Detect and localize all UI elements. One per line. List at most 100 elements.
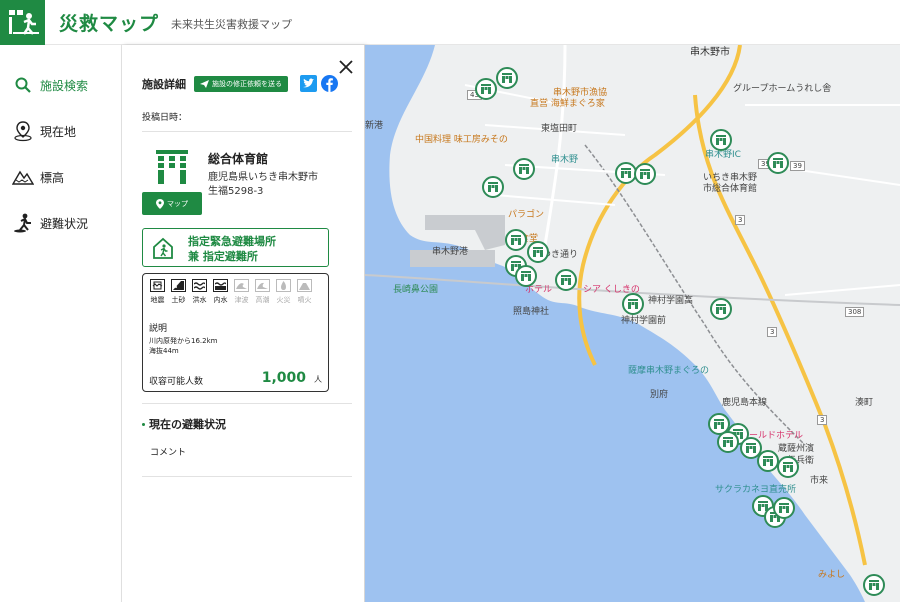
map-label: グループホームうれし舎 [733,84,832,94]
description-line: 海抜44m [149,347,179,355]
shelter-map-pin[interactable] [555,269,577,291]
road-number: 39 [790,161,805,171]
address-line: 鹿児島県いちき串木野市 [208,172,318,183]
map-view[interactable]: 串木野市 串木野市漁協 直営 海鮮まぐろ家 グループホームうれし舎 東塩田町 中… [365,45,900,602]
shelter-map-pin[interactable] [505,229,527,251]
request-correction-button[interactable]: 施設の修正依頼を送る [194,76,288,92]
app-header: 災救マップ 未来共生災害救援マップ [0,0,900,45]
shelter-map-pin[interactable] [475,78,497,100]
hazard-info-box: 地震 土砂 洪水 内水 津波 高潮 火災 噴火 説明 川内原発から16.2km … [142,273,329,392]
facebook-icon[interactable] [321,75,338,92]
bullet-icon [142,422,145,426]
shelter-map-pin[interactable] [515,265,537,287]
storm-surge-icon [255,279,270,292]
tsunami-icon [234,279,249,292]
close-icon[interactable] [338,59,354,75]
map-label: 串木野市 [690,47,730,58]
shelter-map-pin[interactable] [777,456,799,478]
shelter-map-pin[interactable] [710,129,732,151]
shelter-map-pin[interactable] [482,176,504,198]
shelter-type-text: 指定緊急避難場所 兼 指定避難所 [188,234,276,264]
status-title-text: 現在の避難状況 [149,418,226,431]
sidebar-item-label: 施設検索 [40,78,89,93]
facility-name: 総合体育館 [208,152,269,166]
elevation-icon [12,166,34,188]
shelter-map-pin[interactable] [710,298,732,320]
road [543,45,567,246]
map-label: サクラカネヨ直売所 [715,485,797,495]
sidebar-item-elevation[interactable]: 標高 [0,154,121,200]
sidebar-item-current-location[interactable]: 現在地 [0,108,121,154]
facility-detail-panel: 施設詳細 施設の修正依頼を送る 投稿日時： マップ 総合体育館 鹿児島県いちき串… [122,45,365,602]
sidebar-item-label: 避難状況 [40,216,89,231]
building-icon [156,150,188,184]
road-number: 3 [767,327,778,337]
description-line: 川内原発から16.2km [149,337,218,345]
shelter-map-pin[interactable] [717,431,739,453]
hazard-landslide: 土砂 [170,279,187,305]
map-label: 薩摩串木野まぐろの [628,366,710,376]
hazard-inland-flood: 内水 [212,279,229,305]
hazard-label: 地震 [150,296,165,304]
volcano-icon [297,279,312,292]
map-label: 中国料理 味工房みその [415,135,508,145]
comment-label: コメント [150,448,187,458]
app-subtitle: 未来共生災害救援マップ [171,18,293,31]
location-icon [12,120,34,142]
map-label: 神村学園高 [648,296,694,306]
hazard-label: 津波 [234,296,249,304]
landslide-icon [171,279,186,292]
road-number: 3 [735,215,746,225]
shelter-map-pin[interactable] [513,158,535,180]
hazard-earthquake: 地震 [149,279,166,305]
shelter-type-box: 指定緊急避難場所 兼 指定避難所 [142,228,329,267]
road [745,104,900,296]
sidebar-item-label: 標高 [40,170,65,185]
app-logo[interactable] [0,0,45,45]
fire-icon [276,279,291,292]
map-label: 直営 海鮮まぐろ家 [530,99,605,109]
shelter-map-pin[interactable] [773,497,795,519]
request-correction-label: 施設の修正依頼を送る [212,80,282,88]
map-label: 市来 [810,476,829,486]
hazard-label: 内水 [213,296,228,304]
description-label: 説明 [149,324,168,334]
show-on-map-button[interactable]: マップ [142,192,202,215]
sidebar-item-evacuation-status[interactable]: 避難状況 [0,200,121,246]
shelter-map-pin[interactable] [622,293,644,315]
map-label: 市総合体育館 [703,184,758,194]
hazard-label: 高潮 [255,296,270,304]
earthquake-icon [150,279,165,292]
shelter-icon [152,237,174,259]
map-label: 串木野 [551,155,579,165]
post-date-label: 投稿日時： [142,113,188,123]
map-label: 鹿児島本線 [722,398,768,408]
evacuation-icon [12,212,34,234]
capacity-unit: 人 [314,375,322,384]
shelter-map-pin[interactable] [496,67,518,89]
twitter-icon[interactable] [300,75,317,92]
shelter-map-pin[interactable] [634,163,656,185]
sidebar-item-facility-search[interactable]: 施設検索 [0,62,121,108]
map-pin-icon [156,198,164,209]
shelter-map-pin[interactable] [767,152,789,174]
facility-address: 鹿児島県いちき串木野市 生福5298-3 [208,171,333,199]
description-text: 川内原発から16.2km 海抜44m [149,336,217,356]
flood-icon [192,279,207,292]
app-title: 災救マップ [59,12,160,35]
shelter-map-pin[interactable] [863,574,885,596]
shelter-map-pin[interactable] [527,241,549,263]
map-label: 新港 [365,121,384,131]
hazard-label: 洪水 [192,296,207,304]
map-label: 湊町 [855,398,874,408]
divider [142,476,352,477]
map-label: 照島神社 [513,307,550,317]
panel-header: 施設詳細 施設の修正依頼を送る [142,76,288,92]
hazard-icon-row: 地震 土砂 洪水 内水 津波 高潮 火災 噴火 [149,279,313,305]
shelter-map-pin[interactable] [757,450,779,472]
sidebar-item-label: 現在地 [40,124,77,139]
map-button-label: マップ [167,199,188,208]
road-number: 3 [817,415,828,425]
hazard-storm-surge: 高潮 [254,279,271,305]
inland-flood-icon [213,279,228,292]
